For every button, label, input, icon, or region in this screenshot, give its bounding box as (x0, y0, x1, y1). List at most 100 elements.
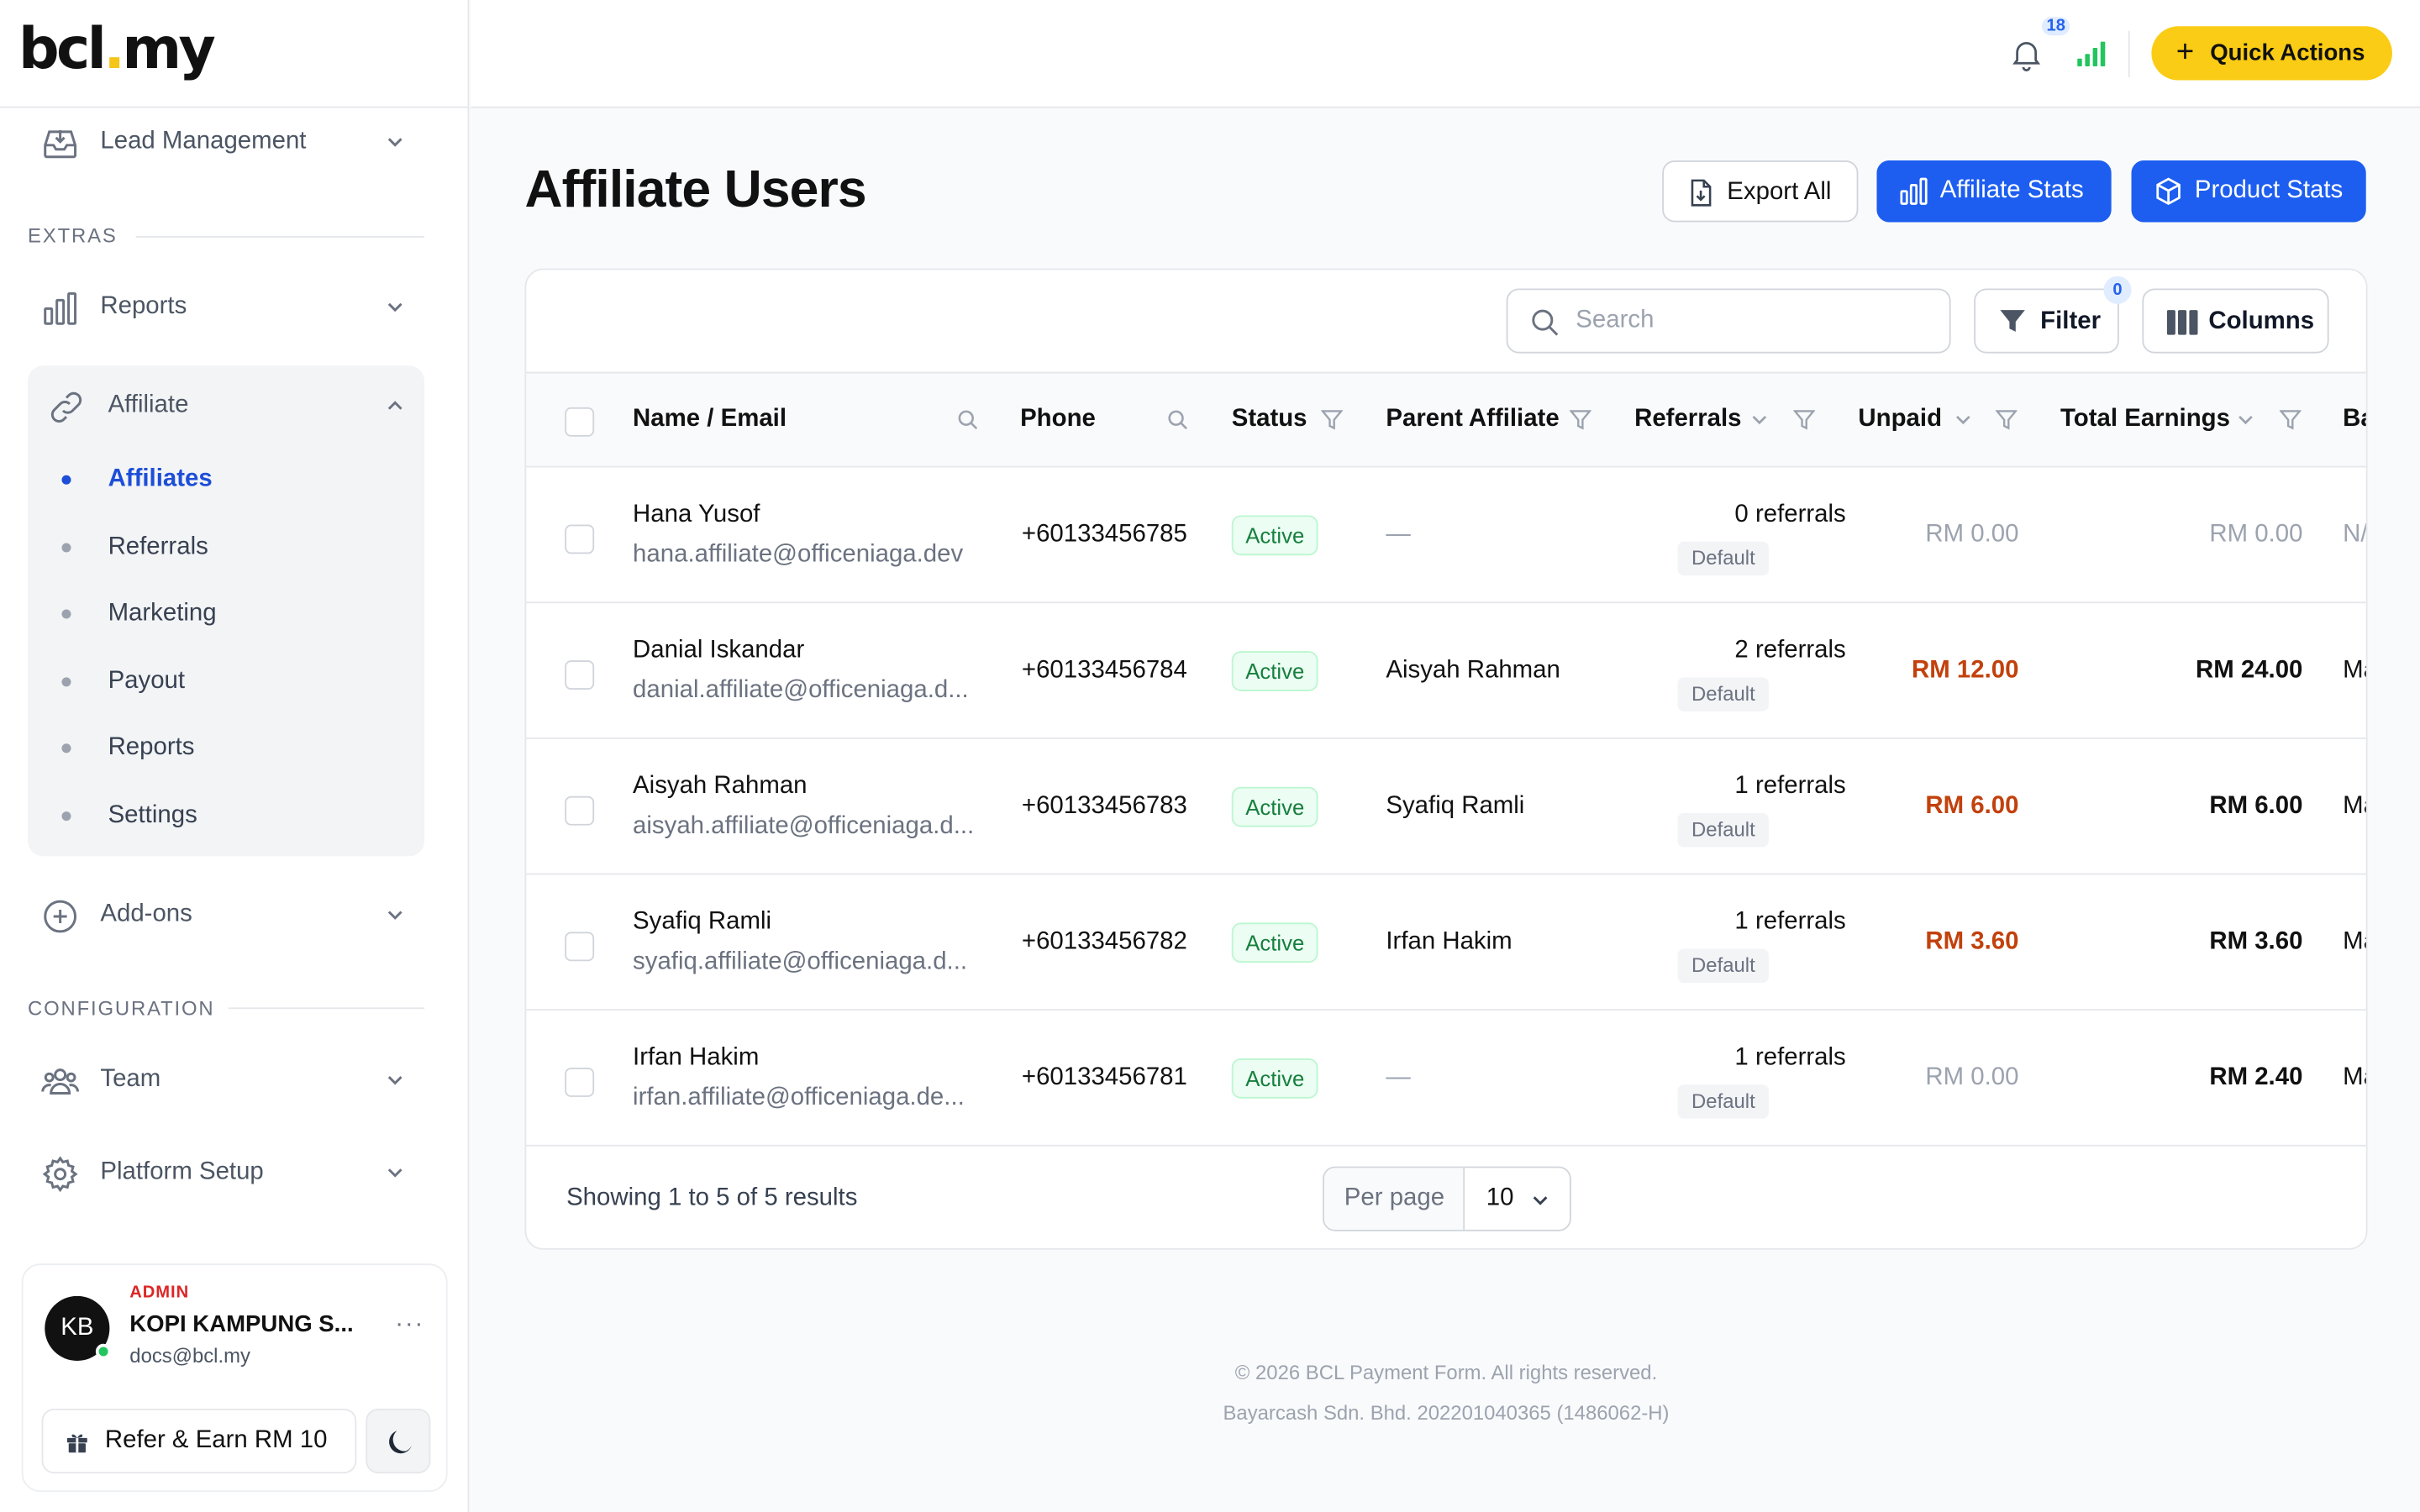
nav-lead-management[interactable]: Lead Management (28, 108, 426, 176)
affiliates-table-card: Filter 0 Columns Name / Email Phone Stat… (524, 268, 2368, 1250)
status-badge: Active (1231, 1058, 1318, 1099)
per-page-select[interactable]: Per page 10 (1323, 1166, 1571, 1231)
sub-item-settings[interactable]: Settings (108, 802, 197, 830)
affiliate-email: hana.affiliate@officeniaga.dev (633, 541, 964, 568)
file-download-icon (1691, 179, 1712, 207)
column-header-total-earnings[interactable]: Total Earnings (2060, 406, 2230, 433)
refer-earn-button[interactable]: Refer & Earn RM 10 (41, 1408, 357, 1474)
column-header-status[interactable]: Status (1232, 406, 1307, 433)
filter-button[interactable]: Filter (1974, 288, 2119, 354)
table-row[interactable]: Hana Yusof hana.affiliate@officeniaga.de… (526, 468, 2368, 604)
table-row[interactable]: Aisyah Rahman aisyah.affiliate@officenia… (526, 739, 2366, 875)
tier-badge: Default (1677, 677, 1770, 711)
nav-reports[interactable]: Reports (28, 273, 426, 341)
select-all-checkbox[interactable] (565, 407, 595, 437)
column-header-phone[interactable]: Phone (1020, 406, 1096, 433)
columns-icon (2166, 310, 2198, 335)
column-header-name-email[interactable]: Name / Email (633, 406, 786, 433)
ba-value: N/ (2343, 521, 2368, 549)
column-header-referrals[interactable]: Referrals (1634, 406, 1741, 433)
signal-strength-icon (2077, 41, 2106, 66)
column-header-unpaid[interactable]: Unpaid (1858, 406, 1942, 433)
theme-toggle-button[interactable] (366, 1408, 431, 1474)
affiliate-name: Hana Yusof (633, 501, 760, 528)
affiliate-email: aisyah.affiliate@officeniaga.d... (633, 812, 975, 840)
divider (135, 236, 425, 238)
nav-reports-label: Reports (100, 292, 187, 320)
export-all-button[interactable]: Export All (1662, 160, 1859, 223)
table-header: Name / Email Phone Status Parent Affilia… (526, 371, 2366, 468)
brand-logo[interactable]: bcl.my (18, 15, 216, 81)
parent-affiliate: Syafiq Ramli (1386, 793, 1525, 820)
nav-affiliate-label: Affiliate (108, 391, 189, 418)
nav-addons-label: Add-ons (100, 900, 192, 927)
nav-affiliate[interactable]: Affiliate (28, 372, 426, 440)
table-row[interactable]: Danial Iskandar danial.affiliate@officen… (526, 603, 2366, 739)
tier-badge: Default (1677, 541, 1770, 576)
product-stats-button[interactable]: Product Stats (2131, 160, 2366, 223)
row-checkbox[interactable] (565, 795, 595, 826)
column-header-ba[interactable]: Ba (2343, 406, 2366, 433)
filter-icon[interactable] (1569, 409, 1591, 431)
filter-icon (2000, 310, 2025, 332)
filter-icon[interactable] (1995, 409, 2018, 431)
total-earnings: RM 0.00 (2209, 521, 2303, 549)
row-checkbox[interactable] (565, 660, 595, 690)
tier-badge: Default (1677, 812, 1770, 848)
unpaid-amount: RM 0.00 (1925, 1064, 2019, 1091)
sub-item-affiliates[interactable]: Affiliates (108, 466, 213, 494)
column-header-parent-affiliate[interactable]: Parent Affiliate (1386, 406, 1559, 433)
columns-button[interactable]: Columns (2142, 288, 2329, 354)
bell-icon[interactable] (2008, 35, 2045, 72)
inbox-icon (44, 129, 77, 159)
quick-actions-label: Quick Actions (2210, 39, 2365, 66)
bar-chart-icon (1900, 177, 1928, 205)
nav-lead-management-label: Lead Management (100, 128, 307, 155)
row-checkbox[interactable] (565, 524, 595, 554)
nav-team[interactable]: Team (28, 1046, 426, 1114)
bullet (61, 677, 71, 687)
bullet (61, 609, 71, 619)
total-earnings: RM 3.60 (2209, 928, 2303, 955)
nav-addons[interactable]: Add-ons (28, 881, 426, 949)
user-role: ADMIN (129, 1284, 190, 1303)
filter-label: Filter (2040, 308, 2102, 335)
parent-affiliate: — (1386, 521, 1411, 549)
total-earnings: RM 6.00 (2209, 793, 2303, 820)
affiliate-stats-button[interactable]: Affiliate Stats (1876, 160, 2112, 223)
sub-item-referrals[interactable]: Referrals (108, 534, 208, 562)
chevron-down-icon[interactable] (1952, 409, 1974, 431)
divider (228, 1007, 425, 1010)
table-row[interactable]: Irfan Hakim irfan.affiliate@officeniaga.… (526, 1011, 2366, 1147)
filter-count-badge: 0 (2103, 276, 2132, 304)
chevron-down-icon[interactable] (1749, 409, 1770, 431)
organization-name: KOPI KAMPUNG S... (129, 1311, 354, 1338)
sub-item-payout[interactable]: Payout (108, 668, 185, 696)
search-box[interactable] (1506, 288, 1951, 354)
per-page-value: 10 (1486, 1184, 1514, 1211)
sub-item-marketing[interactable]: Marketing (108, 600, 217, 627)
affiliate-name: Irfan Hakim (633, 1044, 760, 1071)
affiliate-email: syafiq.affiliate@officeniaga.d... (633, 948, 968, 975)
filter-icon[interactable] (2279, 409, 2302, 431)
total-earnings: RM 2.40 (2209, 1064, 2303, 1091)
nav-platform-setup[interactable]: Platform Setup (28, 1139, 426, 1207)
search-icon[interactable] (957, 409, 979, 431)
affiliate-name: Aisyah Rahman (633, 773, 808, 800)
more-options-icon[interactable]: ··· (395, 1311, 424, 1339)
quick-actions-button[interactable]: + Quick Actions (2151, 26, 2392, 81)
search-input[interactable] (1576, 303, 1931, 339)
table-row[interactable]: Syafiq Ramli syafiq.affiliate@officeniag… (526, 874, 2366, 1011)
search-icon[interactable] (1167, 409, 1189, 431)
plus-circle-icon (44, 900, 77, 933)
row-checkbox[interactable] (565, 1068, 595, 1097)
row-checkbox[interactable] (565, 932, 595, 962)
tier-badge: Default (1677, 1084, 1770, 1119)
status-badge: Active (1231, 515, 1318, 556)
sub-item-reports[interactable]: Reports (108, 734, 195, 762)
filter-icon[interactable] (1321, 409, 1343, 431)
chevron-down-icon[interactable] (2235, 409, 2257, 431)
chevron-down-icon (387, 302, 402, 312)
pagination-summary: Showing 1 to 5 of 5 results (566, 1184, 858, 1211)
filter-icon[interactable] (1793, 409, 1816, 431)
